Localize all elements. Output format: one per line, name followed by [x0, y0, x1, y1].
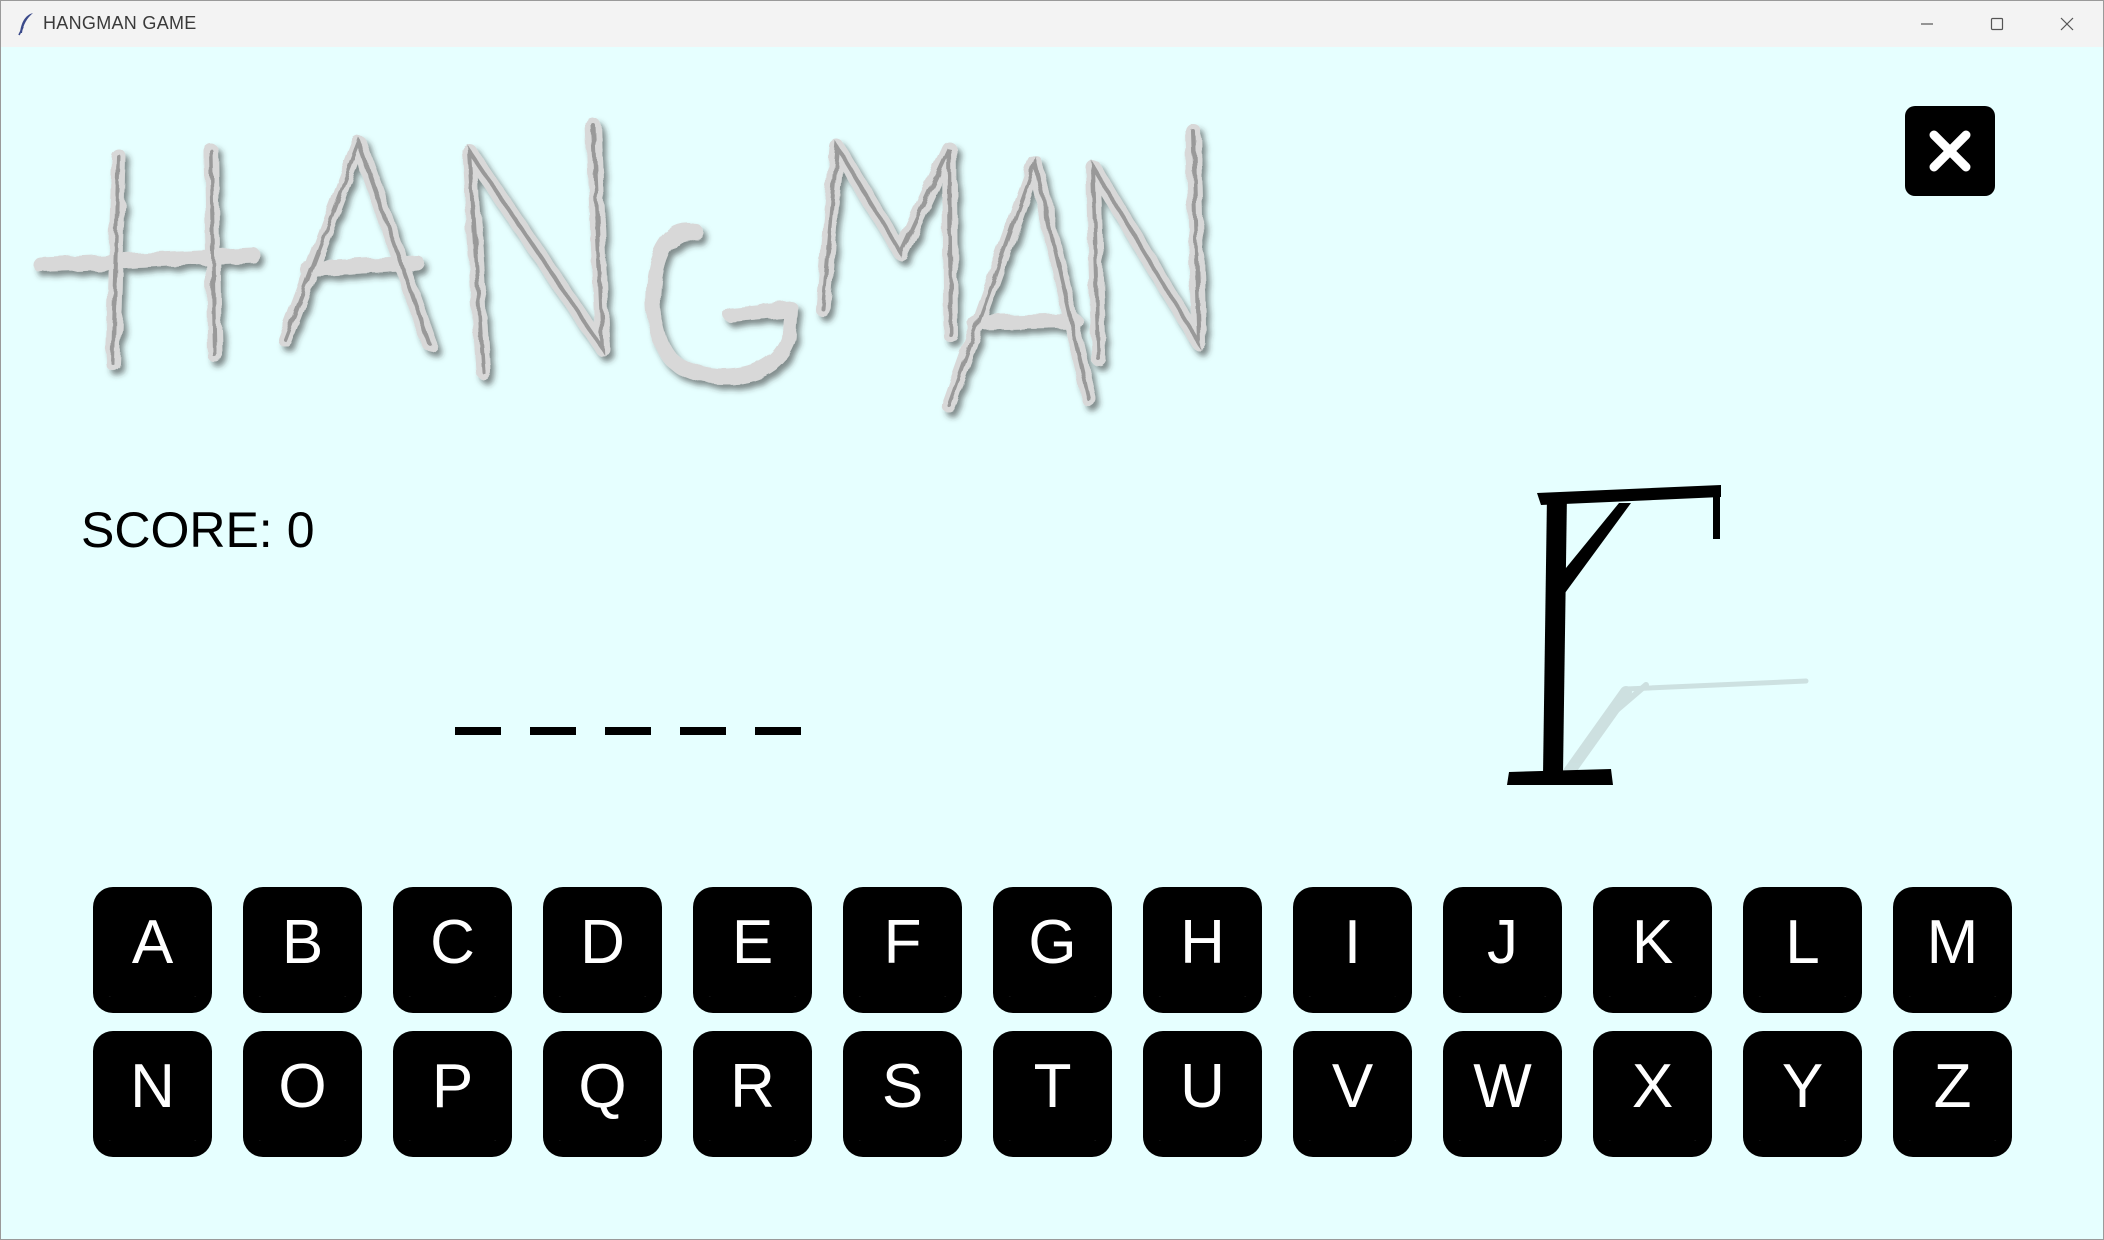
key-v[interactable]: V — [1293, 1031, 1412, 1157]
key-label: F — [843, 887, 962, 997]
close-icon — [2060, 17, 2074, 31]
key-y[interactable]: Y — [1743, 1031, 1862, 1157]
score-value: 0 — [286, 502, 315, 558]
key-label: B — [243, 887, 362, 997]
slot-underline — [530, 727, 576, 735]
key-label: W — [1443, 1031, 1562, 1141]
feather-icon — [18, 13, 33, 36]
slot-underline — [680, 727, 726, 735]
score-label: SCORE: — [81, 502, 273, 558]
key-z[interactable]: Z — [1893, 1031, 2012, 1157]
title-bar[interactable]: HANGMAN GAME — [1, 1, 2103, 48]
gallows-icon — [1507, 485, 1809, 785]
key-label: Q — [543, 1031, 662, 1141]
key-label: O — [243, 1031, 362, 1141]
letter-slot — [755, 727, 801, 735]
letter-slot — [530, 727, 576, 735]
key-s[interactable]: S — [843, 1031, 962, 1157]
key-label: X — [1593, 1031, 1712, 1141]
key-u[interactable]: U — [1143, 1031, 1262, 1157]
key-t[interactable]: T — [993, 1031, 1112, 1157]
letter-keyboard: A B C D E F G H I J K L M N O P Q R S T … — [93, 887, 2013, 1175]
key-label: M — [1893, 887, 2012, 997]
key-label: G — [993, 887, 1112, 997]
key-label: L — [1743, 887, 1862, 997]
keyboard-row-2: N O P Q R S T U V W X Y Z — [93, 1031, 2013, 1157]
key-label: H — [1143, 887, 1262, 997]
key-label: E — [693, 887, 812, 997]
letter-slot — [680, 727, 726, 735]
minimize-icon — [1921, 23, 1933, 25]
key-e[interactable]: E — [693, 887, 812, 1013]
keyboard-row-1: A B C D E F G H I J K L M — [93, 887, 2013, 1013]
key-label: P — [393, 1031, 512, 1141]
key-label: V — [1293, 1031, 1412, 1141]
key-p[interactable]: P — [393, 1031, 512, 1157]
window-close-button[interactable] — [2033, 1, 2101, 47]
key-q[interactable]: Q — [543, 1031, 662, 1157]
key-label: Y — [1743, 1031, 1862, 1141]
key-label: K — [1593, 887, 1712, 997]
key-g[interactable]: G — [993, 887, 1112, 1013]
exit-button[interactable] — [1905, 106, 1995, 196]
key-label: D — [543, 887, 662, 997]
minimize-button[interactable] — [1893, 1, 1961, 47]
score-display: SCORE: 0 — [81, 501, 315, 559]
slot-underline — [605, 727, 651, 735]
game-area: SCORE: 0 A B C D E F G H I J K L M N O P… — [1, 47, 2103, 1239]
slot-underline — [755, 727, 801, 735]
word-slots — [455, 727, 801, 735]
key-label: N — [93, 1031, 212, 1141]
key-m[interactable]: M — [1893, 887, 2012, 1013]
key-label: Z — [1893, 1031, 2012, 1141]
key-d[interactable]: D — [543, 887, 662, 1013]
key-label: S — [843, 1031, 962, 1141]
key-b[interactable]: B — [243, 887, 362, 1013]
hangman-logo — [33, 117, 1207, 413]
key-n[interactable]: N — [93, 1031, 212, 1157]
key-h[interactable]: H — [1143, 887, 1262, 1013]
app-window: HANGMAN GAME SCORE: 0 A B C D E F G H I … — [0, 0, 2104, 1240]
key-f[interactable]: F — [843, 887, 962, 1013]
key-label: J — [1443, 887, 1562, 997]
x-icon — [1929, 130, 1971, 172]
key-a[interactable]: A — [93, 887, 212, 1013]
slot-underline — [455, 727, 501, 735]
letter-slot — [605, 727, 651, 735]
key-label: U — [1143, 1031, 1262, 1141]
key-label: R — [693, 1031, 812, 1141]
window-title: HANGMAN GAME — [43, 13, 197, 33]
key-label: I — [1293, 887, 1412, 997]
key-x[interactable]: X — [1593, 1031, 1712, 1157]
maximize-icon — [1990, 17, 2004, 31]
key-l[interactable]: L — [1743, 887, 1862, 1013]
key-label: T — [993, 1031, 1112, 1141]
key-w[interactable]: W — [1443, 1031, 1562, 1157]
key-o[interactable]: O — [243, 1031, 362, 1157]
maximize-button[interactable] — [1963, 1, 2031, 47]
key-k[interactable]: K — [1593, 887, 1712, 1013]
key-label: C — [393, 887, 512, 997]
key-i[interactable]: I — [1293, 887, 1412, 1013]
key-r[interactable]: R — [693, 1031, 812, 1157]
key-label: A — [93, 887, 212, 997]
letter-slot — [455, 727, 501, 735]
key-j[interactable]: J — [1443, 887, 1562, 1013]
key-c[interactable]: C — [393, 887, 512, 1013]
